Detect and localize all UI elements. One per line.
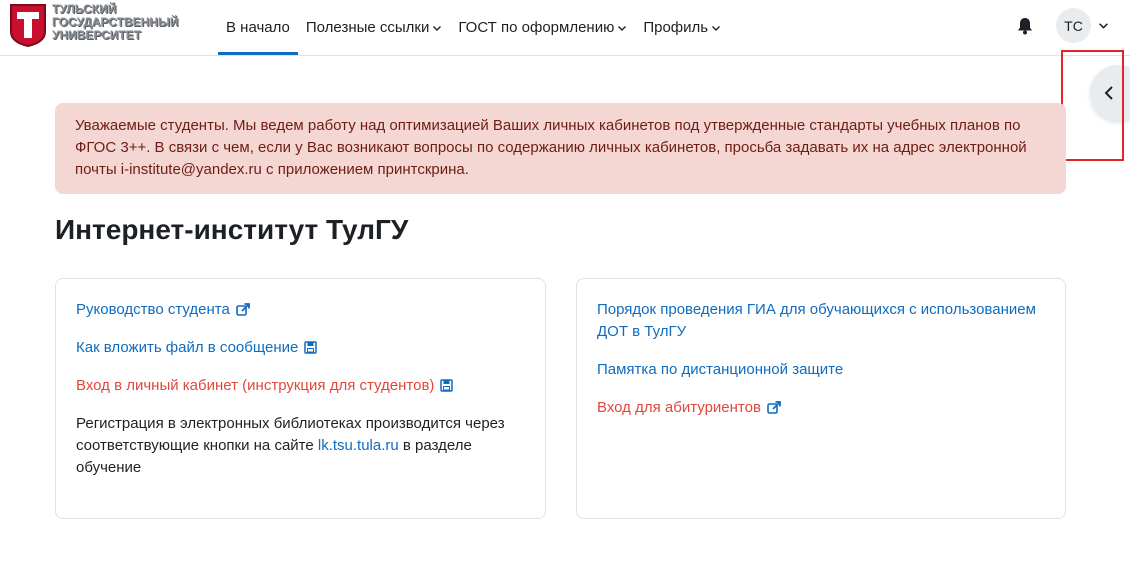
chevron-down-icon xyxy=(433,25,442,31)
logo-text: Тульский государственный университет xyxy=(52,2,179,42)
primary-navigation: В начало Полезные ссылки ГОСТ по оформле… xyxy=(218,0,729,55)
page-title: Интернет-институт ТулГУ xyxy=(55,214,409,245)
chevron-down-icon xyxy=(618,25,627,31)
personal-cabinet-instruction-link[interactable]: Вход в личный кабинет (инструкция для ст… xyxy=(76,375,525,397)
announcement-alert: Уважаемые студенты. Мы ведем работу над … xyxy=(55,103,1066,194)
remote-defense-memo-link[interactable]: Памятка по дистанционной защите xyxy=(597,359,1045,381)
lk-site-link[interactable]: lk.tsu.tula.ru xyxy=(318,437,399,454)
floppy-disk-icon xyxy=(304,341,318,354)
nav-useful-links[interactable]: Полезные ссылки xyxy=(298,0,451,55)
attach-file-guide-link[interactable]: Как вложить файл в сообщение xyxy=(76,337,525,359)
highlight-box xyxy=(1061,50,1124,161)
logo-emblem-icon xyxy=(10,4,46,48)
nav-gost[interactable]: ГОСТ по оформлению xyxy=(450,0,635,55)
chevron-down-icon xyxy=(712,25,721,31)
floppy-disk-icon xyxy=(440,379,454,392)
top-navbar: Тульский государственный университет В н… xyxy=(0,0,1130,56)
nav-home[interactable]: В начало xyxy=(218,0,298,55)
user-avatar[interactable]: ТС xyxy=(1056,8,1091,43)
gia-procedure-link[interactable]: Порядок проведения ГИА для обучающихся с… xyxy=(597,299,1045,343)
university-logo[interactable]: Тульский государственный университет xyxy=(8,2,184,48)
applicant-resources-card: Порядок проведения ГИА для обучающихся с… xyxy=(576,278,1066,519)
applicant-login-link[interactable]: Вход для абитуриентов xyxy=(597,397,1045,419)
library-registration-text: Регистрация в электронных библиотеках пр… xyxy=(76,415,505,476)
user-menu-chevron-icon[interactable] xyxy=(1098,20,1109,31)
nav-profile[interactable]: Профиль xyxy=(635,0,729,55)
external-link-icon xyxy=(235,303,250,316)
bell-icon[interactable] xyxy=(1014,15,1036,37)
external-link-icon xyxy=(767,401,781,414)
student-guide-link[interactable]: Руководство студента xyxy=(76,299,525,321)
student-resources-card: Руководство студента Как вложить файл в … xyxy=(55,278,546,519)
